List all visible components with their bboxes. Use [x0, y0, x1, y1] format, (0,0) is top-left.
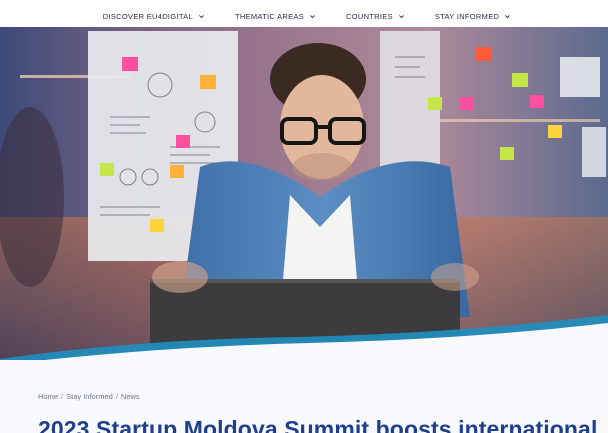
breadcrumb-separator: / [115, 392, 118, 401]
chevron-down-icon [398, 14, 404, 18]
breadcrumb-link-home[interactable]: Home [38, 392, 58, 401]
nav-item-label: COUNTRIES [346, 11, 393, 21]
breadcrumb-separator: / [61, 392, 64, 401]
hero-image [0, 27, 608, 367]
nav-item-label: STAY INFORMED [434, 11, 500, 21]
nav-item-stay-informed[interactable]: STAY INFORMED [435, 12, 511, 21]
breadcrumb: Home / Stay Informed / News [38, 392, 140, 401]
nav-item-label: THEMATIC AREAS [234, 11, 305, 21]
hero-illustration [0, 27, 608, 367]
article-header: Home / Stay Informed / News 2023 Startup… [0, 360, 608, 433]
nav-item-thematic-areas[interactable]: THEMATIC AREAS [235, 12, 316, 21]
chevron-down-icon [505, 14, 511, 18]
page-title: 2023 Startup Moldova Summit boosts inter… [38, 416, 598, 433]
nav-item-label: DISCOVER EU4DIGITAL [102, 11, 193, 21]
chevron-down-icon [199, 14, 204, 18]
nav-item-discover-eu4digital[interactable]: DISCOVER EU4DIGITAL [103, 12, 205, 21]
nav-item-countries[interactable]: COUNTRIES [346, 12, 405, 21]
chevron-down-icon [310, 14, 315, 18]
breadcrumb-link-news[interactable]: News [121, 392, 140, 401]
breadcrumb-link-stay-informed[interactable]: Stay Informed [66, 392, 113, 401]
